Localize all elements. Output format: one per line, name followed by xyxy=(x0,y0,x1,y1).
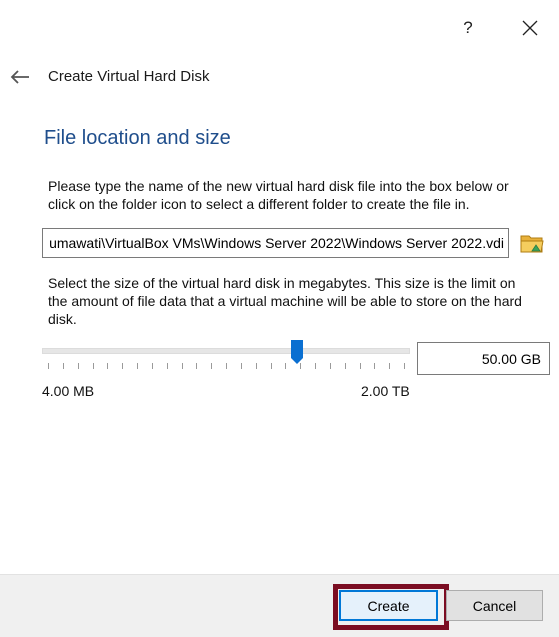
create-virtual-hard-disk-dialog: ? Create Virtual Hard Disk File location… xyxy=(0,0,559,637)
slider-tick xyxy=(77,363,79,369)
slider-tick xyxy=(48,363,49,369)
slider-tick xyxy=(211,363,213,369)
wizard-header: Create Virtual Hard Disk xyxy=(0,64,559,92)
slider-track[interactable] xyxy=(42,348,410,354)
choose-folder-button[interactable] xyxy=(519,230,545,256)
slider-tick xyxy=(196,363,198,369)
slider-tick xyxy=(329,363,331,369)
folder-icon xyxy=(520,235,544,253)
slider-tick xyxy=(359,363,361,369)
wizard-title: Create Virtual Hard Disk xyxy=(48,68,210,85)
close-icon xyxy=(522,20,538,36)
cancel-button[interactable]: Cancel xyxy=(446,590,543,621)
create-button-label: Create xyxy=(367,597,410,614)
file-path-input[interactable]: umawati\VirtualBox VMs\Windows Server 20… xyxy=(42,228,509,258)
slider-tick xyxy=(374,363,376,369)
slider-tick xyxy=(315,363,316,369)
slider-tick xyxy=(181,363,183,369)
slider-tick xyxy=(285,363,287,369)
close-button[interactable] xyxy=(516,14,544,42)
slider-tick xyxy=(137,363,138,369)
slider-handle[interactable] xyxy=(291,340,304,364)
help-icon: ? xyxy=(463,18,473,37)
back-button[interactable] xyxy=(6,64,34,90)
file-location-description: Please type the name of the new virtual … xyxy=(48,178,509,212)
slider-tick xyxy=(166,363,168,369)
cancel-button-label: Cancel xyxy=(472,597,517,614)
slider-tick xyxy=(255,363,257,369)
slider-tick xyxy=(404,363,405,369)
slider-tick xyxy=(62,363,64,369)
size-description: Select the size of the virtual hard disk… xyxy=(48,275,522,327)
create-button[interactable]: Create xyxy=(339,590,438,621)
slider-min-label: 4.00 MB xyxy=(42,383,95,399)
slider-tick xyxy=(270,363,272,369)
slider-tick xyxy=(107,363,109,369)
slider-tick xyxy=(151,363,153,369)
section-title: File location and size xyxy=(44,127,231,149)
size-value: 50.00 GB xyxy=(481,350,541,367)
size-slider[interactable] xyxy=(42,340,410,380)
arrow-left-icon xyxy=(10,70,29,84)
slider-tick xyxy=(122,363,124,369)
help-button[interactable]: ? xyxy=(454,14,482,42)
slider-tick xyxy=(92,363,94,369)
slider-tick xyxy=(226,363,227,369)
file-path-value: umawati\VirtualBox VMs\Windows Server 20… xyxy=(49,235,504,251)
slider-tick xyxy=(389,363,391,369)
size-value-input[interactable]: 50.00 GB xyxy=(417,342,550,375)
slider-tick xyxy=(240,363,242,369)
slider-tick xyxy=(344,363,346,369)
slider-max-label: 2.00 TB xyxy=(361,383,410,399)
